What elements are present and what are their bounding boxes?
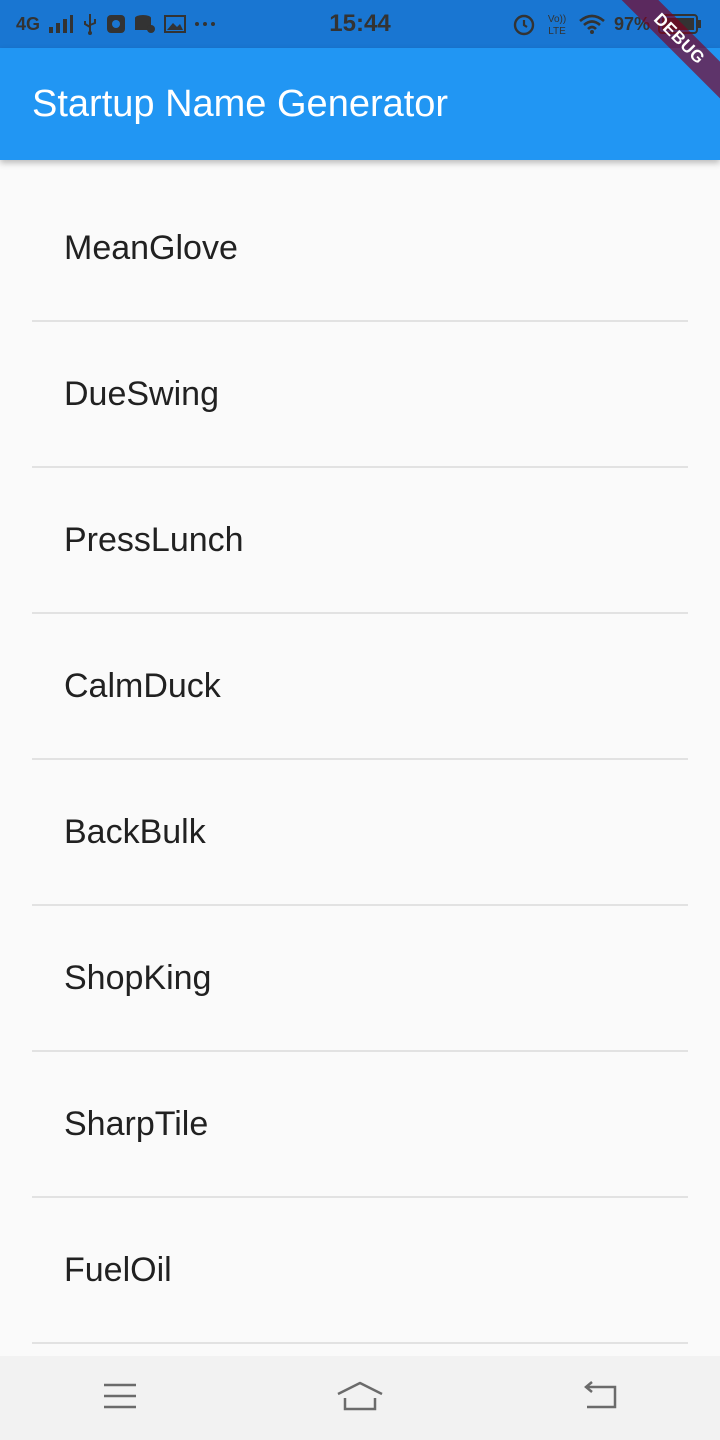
battery-icon	[658, 13, 702, 35]
list-item[interactable]: CalmDuck	[0, 614, 720, 758]
network-type: 4G	[16, 13, 41, 34]
list-item-label: MeanGlove	[64, 228, 238, 267]
system-nav-bar	[0, 1356, 720, 1440]
app-title: Startup Name Generator	[32, 82, 449, 125]
menu-icon	[102, 1382, 138, 1415]
list-item[interactable]: MeanGlove	[0, 176, 720, 320]
list-item[interactable]: FuelOil	[0, 1198, 720, 1342]
menu-button[interactable]	[70, 1356, 170, 1440]
svg-text:Vo)): Vo))	[548, 14, 566, 25]
list-item[interactable]: ShopKing	[0, 906, 720, 1050]
list-item-label: SharpTile	[64, 1104, 209, 1143]
status-bar: 4G Vo)) LTE 97% 15:44	[0, 0, 720, 48]
list-item-label: PressLunch	[64, 520, 244, 559]
usb-icon	[82, 13, 98, 35]
status-right: Vo)) LTE 97%	[512, 11, 702, 37]
storage-icon	[134, 14, 156, 34]
svg-text:LTE: LTE	[548, 26, 566, 37]
list-item[interactable]: PressLunch	[0, 468, 720, 612]
alarm-icon	[512, 12, 536, 36]
divider	[32, 1342, 688, 1344]
startup-name-list[interactable]: MeanGlove DueSwing PressLunch CalmDuck B…	[0, 160, 720, 1356]
home-button[interactable]	[310, 1356, 410, 1440]
list-item-label: ShopKing	[64, 958, 212, 997]
status-left: 4G	[16, 13, 216, 35]
signal-icon	[48, 14, 74, 34]
list-content: MeanGlove DueSwing PressLunch CalmDuck B…	[0, 160, 720, 1344]
list-item[interactable]: SharpTile	[0, 1052, 720, 1196]
more-notifications-icon	[194, 21, 216, 27]
app-notification-icon	[106, 14, 126, 34]
back-button[interactable]	[550, 1356, 650, 1440]
list-item-label: CalmDuck	[64, 666, 221, 705]
wifi-icon	[578, 13, 606, 35]
volte-icon: Vo)) LTE	[544, 11, 570, 37]
battery-percent: 97%	[613, 13, 650, 34]
list-item[interactable]: BackBulk	[0, 760, 720, 904]
image-icon	[164, 14, 187, 34]
home-icon	[335, 1380, 385, 1417]
list-item-label: BackBulk	[64, 812, 206, 851]
back-icon	[581, 1380, 619, 1416]
list-item-label: DueSwing	[64, 374, 219, 413]
list-item-label: FuelOil	[64, 1250, 172, 1289]
app-bar: Startup Name Generator	[0, 48, 720, 160]
list-item[interactable]: DueSwing	[0, 322, 720, 466]
